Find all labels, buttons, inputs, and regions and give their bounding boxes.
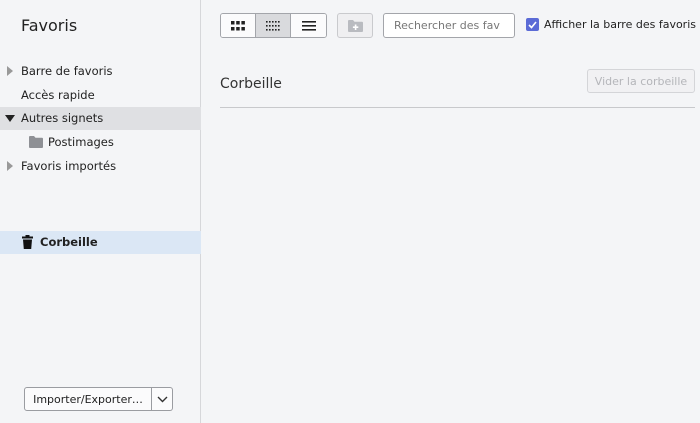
sidebar-item-barre-de-favoris[interactable]: Barre de favoris xyxy=(0,60,201,83)
view-small-icons-button[interactable] xyxy=(256,14,291,37)
sidebar: Favoris Barre de favoris Accès rapide Au… xyxy=(0,0,201,423)
sidebar-item-label: Autres signets xyxy=(21,111,104,125)
view-list-button[interactable] xyxy=(291,14,326,37)
new-folder-button[interactable] xyxy=(337,13,373,38)
checkmark-icon xyxy=(528,20,537,29)
new-folder-icon xyxy=(347,19,363,32)
chevron-down-icon xyxy=(157,396,167,402)
view-mode-group xyxy=(220,13,327,38)
sidebar-title: Favoris xyxy=(21,16,78,35)
triangle-down-icon[interactable] xyxy=(5,115,15,123)
sidebar-item-corbeille[interactable]: Corbeille xyxy=(0,231,201,254)
list-icon xyxy=(301,20,316,31)
sidebar-item-label: Barre de favoris xyxy=(21,64,113,78)
import-export-dropdown-button[interactable] xyxy=(152,387,173,411)
show-bookmarks-bar-checkbox[interactable] xyxy=(526,18,539,31)
divider xyxy=(220,107,695,108)
show-bookmarks-bar-label: Afficher la barre des favoris xyxy=(544,18,696,31)
sidebar-item-label: Postimages xyxy=(48,135,114,149)
sidebar-item-label: Accès rapide xyxy=(21,88,95,102)
empty-trash-button[interactable]: Vider la corbeille xyxy=(587,69,695,93)
main-panel: Rechercher des fav Afficher la barre des… xyxy=(202,0,700,423)
sidebar-item-autres-signets[interactable]: Autres signets xyxy=(0,107,201,130)
folder-title: Corbeille xyxy=(220,76,282,92)
grid-small-icon xyxy=(266,20,280,31)
grid-large-icon xyxy=(231,20,245,30)
folder-icon xyxy=(29,136,43,148)
view-large-icons-button[interactable] xyxy=(221,14,256,37)
sidebar-item-favoris-importes[interactable]: Favoris importés xyxy=(0,155,201,178)
import-export-group: Importer/Exporter… xyxy=(24,387,173,411)
sidebar-item-label: Favoris importés xyxy=(21,159,117,173)
show-bookmarks-bar-toggle[interactable]: Afficher la barre des favoris xyxy=(526,18,696,31)
triangle-right-icon[interactable] xyxy=(6,66,14,76)
sidebar-item-postimages[interactable]: Postimages xyxy=(0,131,201,154)
sidebar-item-label: Corbeille xyxy=(40,235,98,249)
triangle-right-icon[interactable] xyxy=(6,161,14,171)
trash-icon xyxy=(22,235,33,249)
import-export-button[interactable]: Importer/Exporter… xyxy=(24,387,152,411)
sidebar-item-acces-rapide[interactable]: Accès rapide xyxy=(0,84,201,107)
search-input[interactable]: Rechercher des fav xyxy=(383,13,515,38)
